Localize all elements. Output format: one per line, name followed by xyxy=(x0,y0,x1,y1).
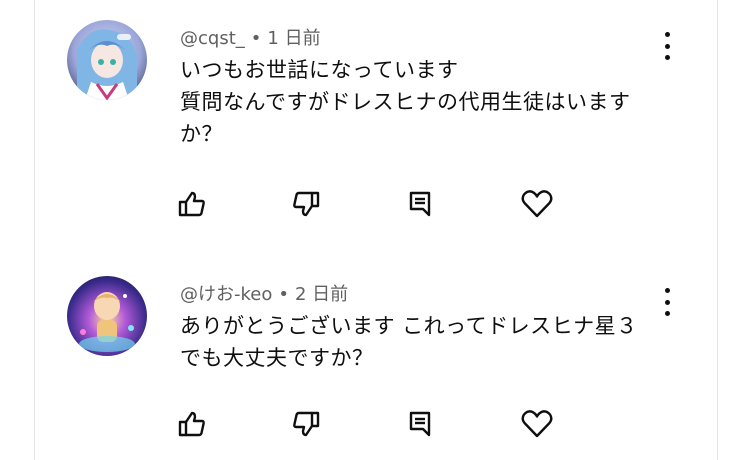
like-button[interactable] xyxy=(172,404,212,444)
comment-line: 質問なんですがドレスヒナの代用生徒はいます xyxy=(180,90,631,114)
author-name[interactable]: @けお-keo xyxy=(180,284,272,305)
meta-separator: • xyxy=(278,284,289,305)
like-icon xyxy=(178,191,205,217)
comment-text: ありがとうございます これってドレスヒナ星３ でも大丈夫ですか？ xyxy=(180,310,670,374)
reply-button[interactable] xyxy=(400,404,440,444)
comment-time: 1 日前 xyxy=(267,28,321,49)
comments-panel: @cqst_ • 1 日前 いつもお世話になっています 質問なんですがドレスヒナの代… xyxy=(34,0,718,460)
dislike-icon xyxy=(293,411,320,437)
dislike-button[interactable] xyxy=(286,404,326,444)
reply-icon xyxy=(409,191,431,217)
reply-button[interactable] xyxy=(400,184,440,224)
comment-text: いつもお世話になっています 質問なんですがドレスヒナの代用生徒はいます か？ xyxy=(180,54,670,150)
dislike-icon xyxy=(293,191,320,217)
comment-line: ありがとうございます これってドレスヒナ星３ xyxy=(180,314,638,338)
dislike-button[interactable] xyxy=(286,184,326,224)
author-name[interactable]: @cqst_ xyxy=(180,28,245,49)
reply-icon xyxy=(409,411,431,437)
comment-actions xyxy=(178,404,580,444)
like-button[interactable] xyxy=(172,184,212,224)
comment-actions xyxy=(178,184,580,224)
comment-time: 2 日前 xyxy=(295,284,349,305)
heart-icon xyxy=(521,410,553,438)
comment-meta: @けお-keo • 2 日前 xyxy=(180,280,348,306)
comment-line: いつもお世話になっています xyxy=(180,58,459,82)
avatar[interactable] xyxy=(67,276,147,356)
heart-button[interactable] xyxy=(517,404,557,444)
comment-meta: @cqst_ • 1 日前 xyxy=(180,24,321,50)
comment-line: でも大丈夫ですか？ xyxy=(180,346,374,370)
meta-separator: • xyxy=(250,28,262,49)
avatar[interactable] xyxy=(67,20,147,100)
like-icon xyxy=(178,411,205,437)
heart-button[interactable] xyxy=(517,184,557,224)
heart-icon xyxy=(521,190,553,218)
comment-line: か？ xyxy=(180,122,223,146)
